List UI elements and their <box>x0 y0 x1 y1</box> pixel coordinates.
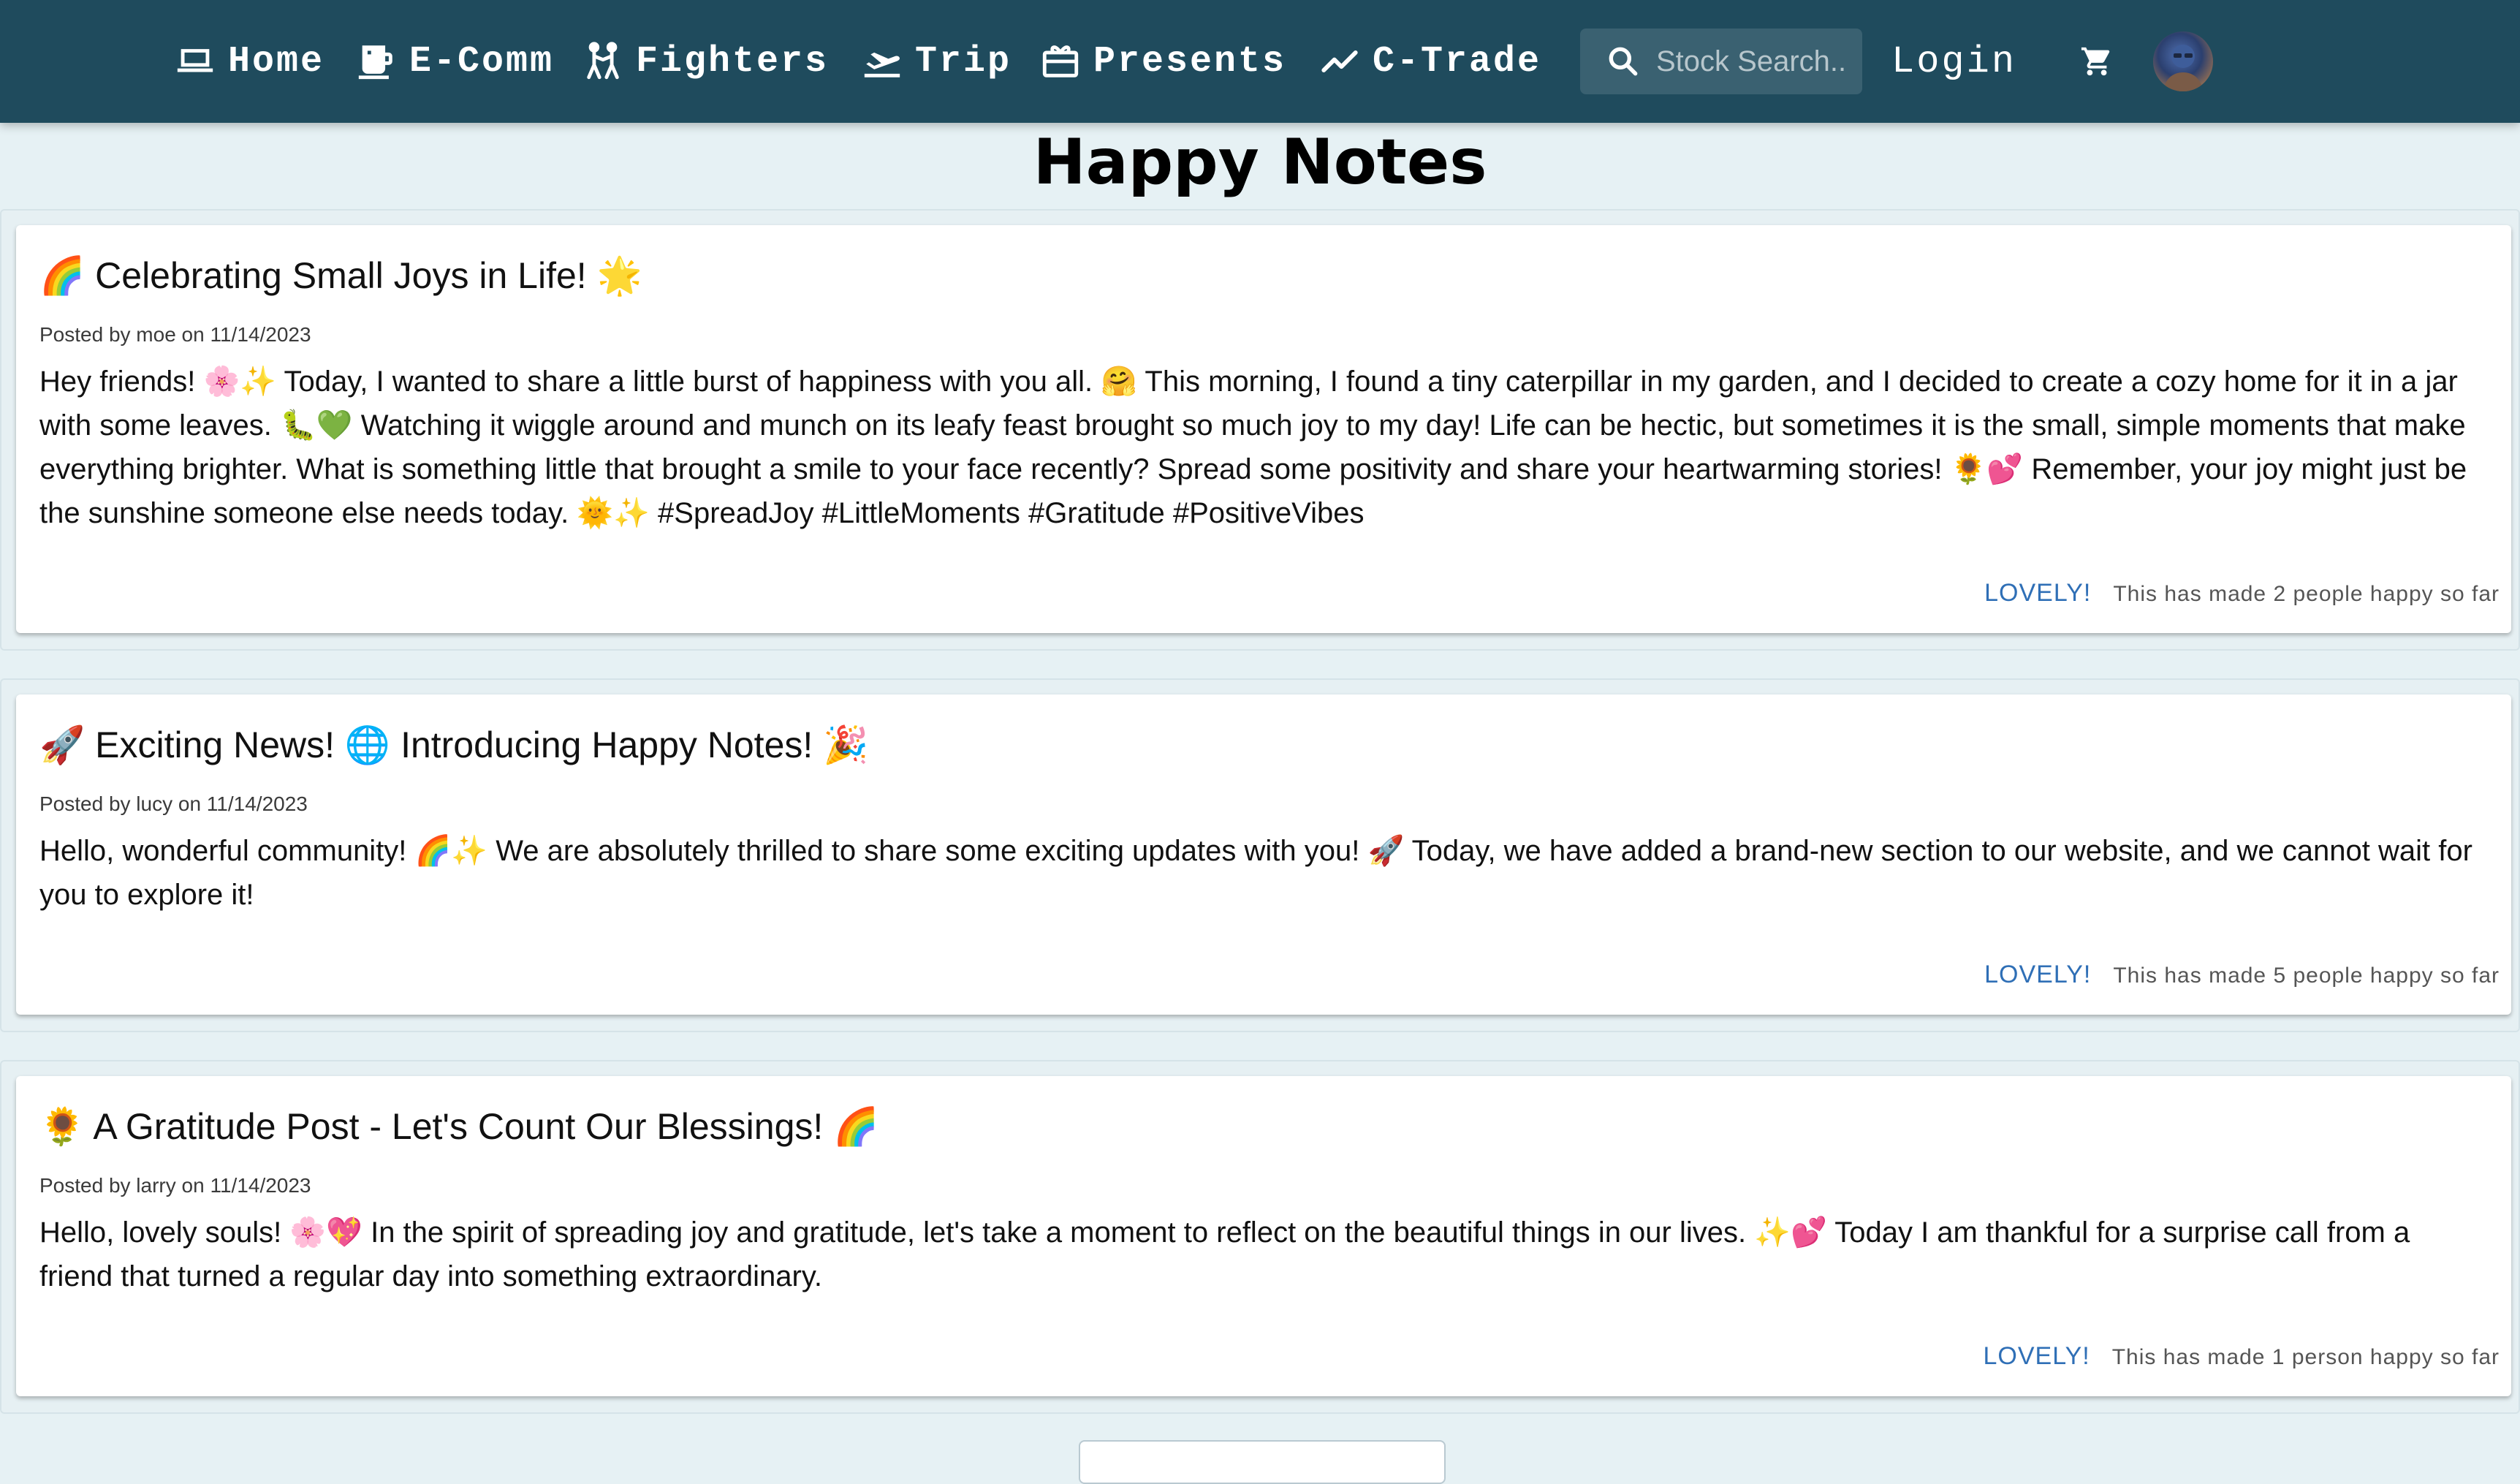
post-footer: LOVELY! This has made 5 people happy so … <box>1984 961 2500 989</box>
top-navbar: Home E-Comm Fighters Trip Presents C-Tra… <box>0 0 2520 123</box>
lovely-button[interactable]: LOVELY! <box>1983 1342 2090 1371</box>
lovely-button[interactable]: LOVELY! <box>1984 579 2091 607</box>
mug-icon <box>358 45 392 80</box>
post-title: 🌻 A Gratitude Post - Let's Count Our Ble… <box>39 1106 879 1147</box>
avatar-image <box>2163 45 2203 91</box>
load-more-button[interactable] <box>1079 1440 1446 1484</box>
post-meta: Posted by larry on 11/14/2023 <box>39 1174 311 1197</box>
post-title: 🌈 Celebrating Small Joys in Life! 🌟 <box>39 255 642 296</box>
post-footer: LOVELY! This has made 1 person happy so … <box>1983 1342 2500 1371</box>
page-title: Happy Notes <box>1033 126 1487 199</box>
nav-trip-label: Trip <box>915 40 1012 83</box>
nav-ecomm[interactable]: E-Comm <box>355 0 554 123</box>
stock-search-input[interactable] <box>1656 45 1861 78</box>
post-card: 🌈 Celebrating Small Joys in Life! 🌟 Post… <box>16 225 2511 633</box>
post-footer: LOVELY! This has made 2 people happy so … <box>1984 579 2500 607</box>
post-title: 🚀 Exciting News! 🌐 Introducing Happy Not… <box>39 724 869 765</box>
nav-fighters-label: Fighters <box>636 40 830 83</box>
post-body: Hello, wonderful community! 🌈✨ We are ab… <box>39 835 2472 911</box>
post-card: 🚀 Exciting News! 🌐 Introducing Happy Not… <box>16 694 2511 1015</box>
nav-trip[interactable]: Trip <box>861 0 1012 123</box>
post-card: 🌻 A Gratitude Post - Let's Count Our Ble… <box>16 1076 2511 1396</box>
nav-presents-label: Presents <box>1093 40 1287 83</box>
user-avatar[interactable] <box>2153 31 2213 91</box>
post-meta: Posted by moe on 11/14/2023 <box>39 323 311 346</box>
laptop-icon <box>177 49 213 72</box>
gift-card-icon <box>1042 45 1079 77</box>
post-body: Hey friends! 🌸✨ Today, I wanted to share… <box>39 366 2467 529</box>
airplane-icon <box>864 52 900 77</box>
nav-fighters[interactable]: Fighters <box>582 0 829 123</box>
search-icon <box>1609 47 1638 76</box>
cart-icon[interactable] <box>2080 45 2114 78</box>
trending-icon <box>1321 50 1358 72</box>
nav-home-label: Home <box>228 40 325 83</box>
stock-search <box>1580 29 1862 94</box>
nav-ctrade-label: C-Trade <box>1373 40 1542 83</box>
nav-home[interactable]: Home <box>174 0 325 123</box>
nav-ctrade[interactable]: C-Trade <box>1318 0 1541 123</box>
lovely-button[interactable]: LOVELY! <box>1984 961 2091 989</box>
nav-ecomm-label: E-Comm <box>409 40 555 83</box>
nav-presents[interactable]: Presents <box>1039 0 1286 123</box>
happy-count: This has made 5 people happy so far <box>2113 964 2500 988</box>
post-meta: Posted by lucy on 11/14/2023 <box>39 792 308 815</box>
login-link[interactable]: Login <box>1891 0 2016 123</box>
happy-count: This has made 2 people happy so far <box>2113 582 2500 606</box>
fighters-icon <box>587 42 619 80</box>
post-body: Hello, lovely souls! 🌸💖 In the spirit of… <box>39 1216 2410 1292</box>
happy-count: This has made 1 person happy so far <box>2111 1345 2500 1369</box>
